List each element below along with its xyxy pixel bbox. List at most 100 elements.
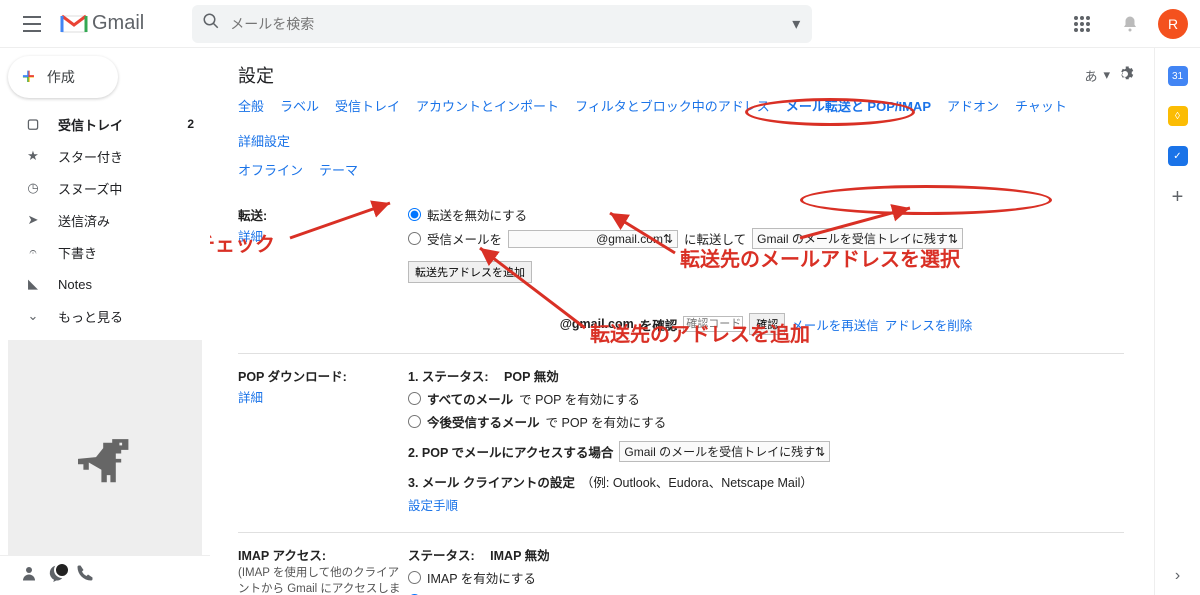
section-imap: IMAP アクセス: (IMAP を使用して他のクライアントから Gmail に… bbox=[238, 532, 1124, 595]
add-addon-icon[interactable]: + bbox=[1172, 186, 1184, 209]
pop-detail-link[interactable]: 詳細 bbox=[238, 387, 408, 406]
sidebar-item-label: スヌーズ中 bbox=[58, 179, 122, 198]
sidebar-bottom bbox=[0, 555, 210, 595]
radio-pop-all[interactable] bbox=[408, 392, 421, 405]
sidebar-item-inbox[interactable]: ▢ 受信トレイ 2 bbox=[0, 108, 210, 140]
gmail-logo[interactable]: Gmail bbox=[60, 12, 144, 35]
radio-forward-disable[interactable] bbox=[408, 208, 421, 221]
pop-new-bold: 今後受信するメール bbox=[427, 412, 540, 431]
pop-example: （例: Outlook、Eudora、Netscape Mail） bbox=[581, 472, 813, 491]
hangouts-placeholder bbox=[8, 340, 202, 555]
search-input[interactable] bbox=[230, 16, 802, 32]
sidebar-item-label: Notes bbox=[58, 277, 92, 292]
calendar-icon[interactable]: 31 bbox=[1168, 66, 1188, 86]
pop-new-rest: で POP を有効にする bbox=[546, 412, 667, 431]
forwarding-detail-link[interactable]: 詳細 bbox=[238, 226, 408, 245]
imap-sub: (IMAP を使用して他のクライアントから Gmail にアクセスします) bbox=[238, 564, 408, 595]
tab-addons[interactable]: アドオン bbox=[947, 96, 999, 115]
send-icon: ➤ bbox=[24, 212, 42, 228]
section-forwarding: 転送: 詳細 転送を無効にする 受信メールを @gmail.com⇅ に転送して… bbox=[238, 193, 1124, 353]
gmail-icon bbox=[60, 14, 88, 34]
sidebar-item-starred[interactable]: ★スター付き bbox=[0, 140, 210, 172]
gear-icon[interactable] bbox=[1116, 65, 1134, 86]
settings-tabs-row2: オフライン テーマ bbox=[238, 160, 1154, 179]
add-forwarding-address-button[interactable]: 転送先アドレスを追加 bbox=[408, 261, 532, 283]
sidebar-item-label: 送信済み bbox=[58, 211, 110, 230]
sidebar-item-snoozed[interactable]: ◷ スヌーズ中 bbox=[0, 172, 210, 204]
tab-accounts[interactable]: アカウントとインポート bbox=[416, 96, 559, 115]
pop-all-rest: で POP を有効にする bbox=[519, 389, 640, 408]
person-icon[interactable] bbox=[20, 564, 38, 587]
tab-inbox[interactable]: 受信トレイ bbox=[335, 96, 400, 115]
tab-theme[interactable]: テーマ bbox=[319, 160, 358, 179]
compose-button[interactable]: + 作成 bbox=[8, 56, 118, 98]
tab-general[interactable]: 全般 bbox=[238, 96, 264, 115]
apps-icon[interactable] bbox=[1062, 4, 1102, 44]
imap-status-value: IMAP 無効 bbox=[490, 545, 550, 564]
forward-disable-label: 転送を無効にする bbox=[427, 205, 527, 224]
search-dropdown-icon[interactable]: ▾ bbox=[792, 14, 800, 34]
star-icon: ★ bbox=[24, 148, 42, 164]
collapse-rail-icon[interactable]: › bbox=[1175, 567, 1180, 585]
pop-client-label: 3. メール クライアントの設定 bbox=[408, 472, 575, 491]
pop-status-label: 1. ステータス: bbox=[408, 366, 489, 385]
sidebar-item-notes[interactable]: ◣ Notes bbox=[0, 268, 210, 300]
imap-enable-label: IMAP を有効にする bbox=[427, 568, 536, 587]
forward-address-select[interactable]: @gmail.com⇅ bbox=[508, 230, 678, 248]
confirmation-code-input[interactable] bbox=[683, 316, 743, 332]
imap-label: IMAP アクセス: bbox=[238, 549, 326, 563]
section-pop: POP ダウンロード: 詳細 1. ステータス: POP 無効 すべてのメールで… bbox=[238, 353, 1124, 532]
right-rail: 31 ◊ ✓ + › bbox=[1154, 48, 1200, 595]
sidebar-item-count: 2 bbox=[187, 117, 194, 131]
settings-tabs: 全般 ラベル 受信トレイ アカウントとインポート フィルタとブロック中のアドレス… bbox=[238, 96, 1154, 150]
settings-panel: 設定 あ ▾ 全般 ラベル 受信トレイ アカウントとインポート フィルタとブロッ… bbox=[210, 48, 1154, 595]
phone-icon[interactable] bbox=[76, 564, 94, 587]
tasks-icon[interactable]: ✓ bbox=[1168, 146, 1188, 166]
page-title: 設定 bbox=[238, 62, 274, 88]
input-lang-indicator[interactable]: あ bbox=[1084, 66, 1097, 85]
forward-enable-prefix: 受信メールを bbox=[427, 229, 502, 248]
radio-pop-new[interactable] bbox=[408, 415, 421, 428]
annot-ellipse-select bbox=[800, 185, 1052, 215]
label-icon: ◣ bbox=[24, 276, 42, 292]
forward-keep-select[interactable]: Gmail のメールを受信トレイに残す⇅ bbox=[752, 228, 963, 249]
sidebar-item-label: もっと見る bbox=[58, 307, 123, 326]
account-avatar[interactable]: R bbox=[1158, 9, 1188, 39]
sidebar-item-drafts[interactable]: 𝄐下書き bbox=[0, 236, 210, 268]
tab-labels[interactable]: ラベル bbox=[280, 96, 319, 115]
pop-label: POP ダウンロード: bbox=[238, 370, 347, 384]
pop-access-label: 2. POP でメールにアクセスする場合 bbox=[408, 442, 613, 461]
pop-all-bold: すべてのメール bbox=[427, 389, 513, 408]
pop-access-select[interactable]: Gmail のメールを受信トレイに残す⇅ bbox=[619, 441, 830, 462]
pop-status-value: POP 無効 bbox=[504, 366, 559, 385]
resend-link[interactable]: メールを再送信 bbox=[791, 315, 879, 334]
imap-disable-label: IMAP を無効にする bbox=[427, 591, 536, 595]
keep-icon[interactable]: ◊ bbox=[1168, 106, 1188, 126]
sidebar-item-more[interactable]: ⌄ もっと見る bbox=[0, 300, 210, 332]
dino-icon bbox=[78, 438, 132, 491]
sidebar-item-label: 下書き bbox=[58, 243, 97, 262]
tab-filters[interactable]: フィルタとブロック中のアドレス bbox=[575, 96, 770, 115]
notifications-icon[interactable] bbox=[1110, 4, 1150, 44]
logo-text: Gmail bbox=[92, 12, 144, 35]
sidebar-item-sent[interactable]: ➤ 送信済み bbox=[0, 204, 210, 236]
tab-offline[interactable]: オフライン bbox=[238, 160, 303, 179]
menu-icon[interactable] bbox=[12, 4, 52, 44]
chevron-down-icon: ⌄ bbox=[24, 308, 42, 324]
pop-instructions-link[interactable]: 設定手順 bbox=[408, 495, 458, 514]
confirm-address: @gmail.com bbox=[560, 317, 634, 331]
forwarding-label: 転送: bbox=[238, 209, 267, 223]
radio-forward-enable[interactable] bbox=[408, 232, 421, 245]
confirm-button[interactable]: 確認 bbox=[749, 313, 785, 335]
search-bar[interactable]: ▾ bbox=[192, 5, 812, 43]
forward-enable-mid: に転送して bbox=[684, 229, 746, 248]
search-icon bbox=[202, 12, 220, 35]
radio-imap-enable[interactable] bbox=[408, 571, 421, 584]
hangouts-icon[interactable] bbox=[48, 564, 66, 587]
tab-advanced[interactable]: 詳細設定 bbox=[238, 131, 290, 150]
clock-icon: ◷ bbox=[24, 180, 42, 196]
remove-address-link[interactable]: アドレスを削除 bbox=[885, 315, 973, 334]
compose-label: 作成 bbox=[47, 67, 75, 87]
tab-chat[interactable]: チャット bbox=[1015, 96, 1067, 115]
inbox-icon: ▢ bbox=[24, 116, 42, 132]
